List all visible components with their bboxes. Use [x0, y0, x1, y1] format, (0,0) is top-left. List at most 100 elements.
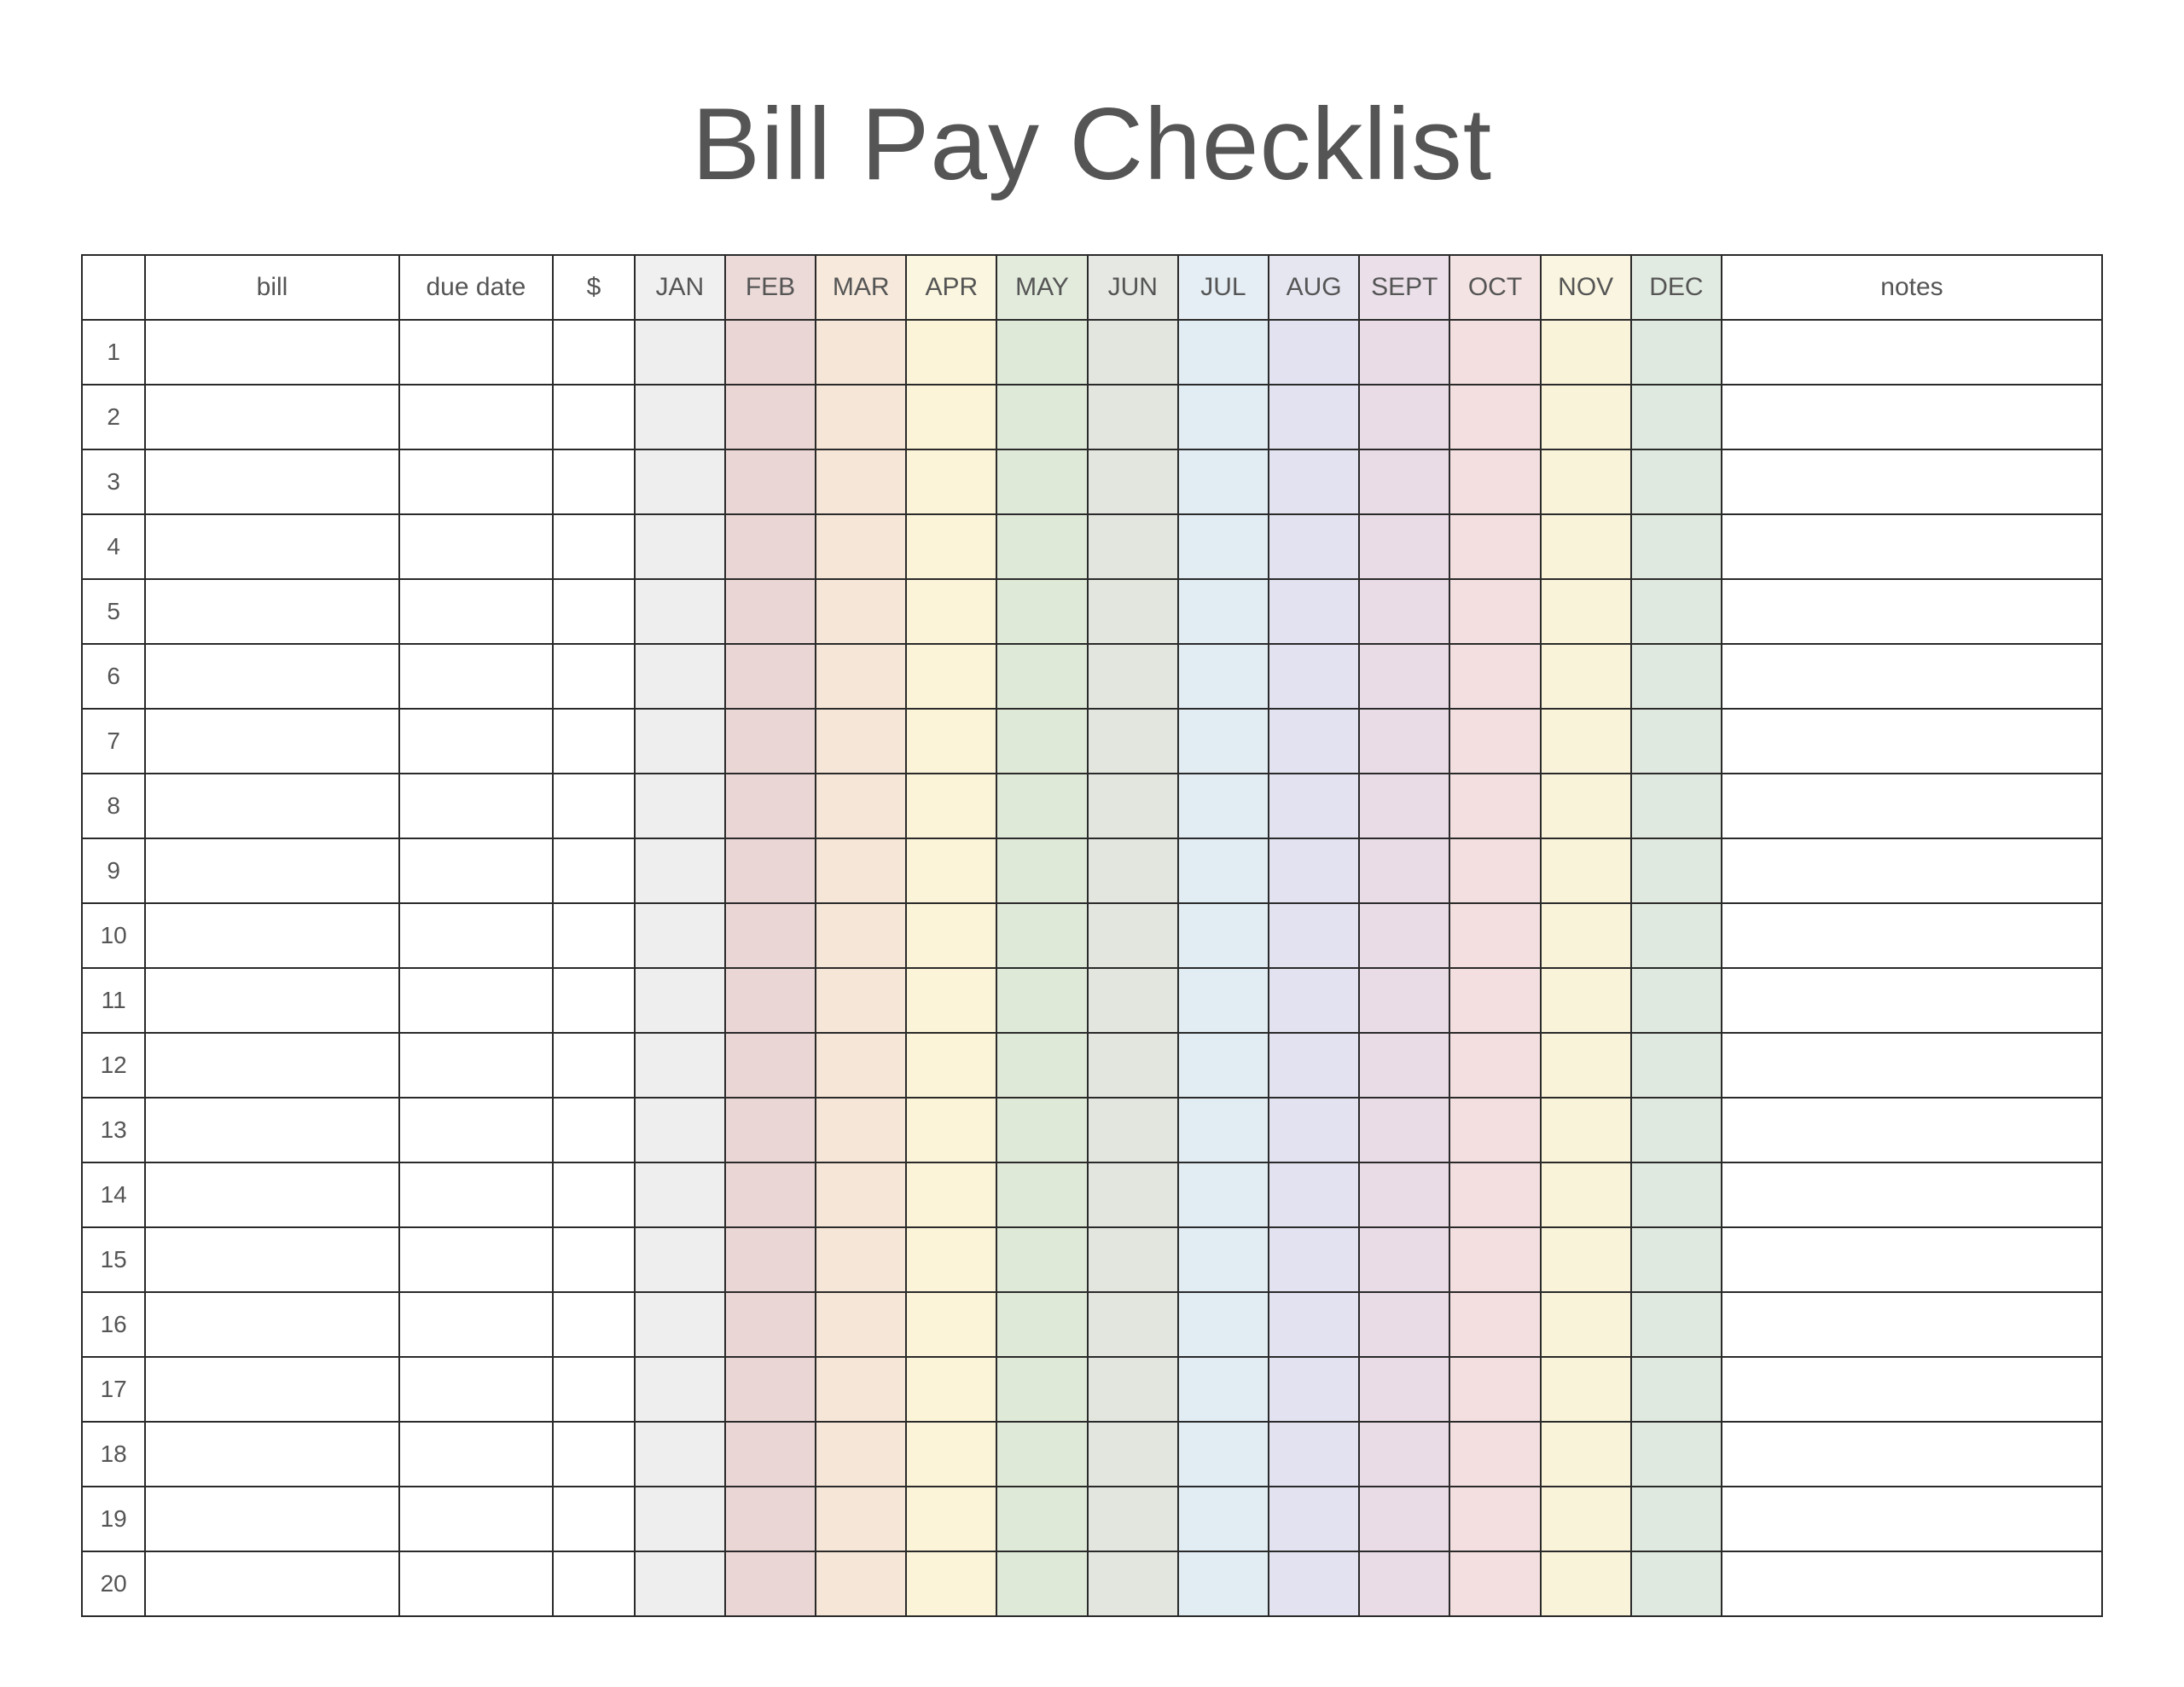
cell-notes[interactable]	[1722, 709, 2102, 774]
cell-month[interactable]	[725, 449, 816, 514]
cell-month[interactable]	[1269, 838, 1359, 903]
cell-month[interactable]	[1449, 968, 1540, 1033]
cell-notes[interactable]	[1722, 774, 2102, 838]
cell-amount[interactable]	[553, 709, 635, 774]
cell-month[interactable]	[1541, 514, 1631, 579]
cell-month[interactable]	[1631, 1357, 1722, 1422]
cell-month[interactable]	[816, 644, 906, 709]
cell-month[interactable]	[1359, 1292, 1449, 1357]
cell-month[interactable]	[1088, 1487, 1178, 1551]
cell-month[interactable]	[906, 1357, 996, 1422]
cell-month[interactable]	[1541, 1422, 1631, 1487]
cell-month[interactable]	[1269, 514, 1359, 579]
cell-month[interactable]	[1178, 774, 1269, 838]
cell-month[interactable]	[1449, 514, 1540, 579]
cell-month[interactable]	[1088, 1551, 1178, 1616]
cell-month[interactable]	[635, 385, 725, 449]
cell-month[interactable]	[1178, 1551, 1269, 1616]
cell-month[interactable]	[1359, 579, 1449, 644]
cell-month[interactable]	[906, 579, 996, 644]
cell-month[interactable]	[1088, 1162, 1178, 1227]
cell-month[interactable]	[725, 903, 816, 968]
cell-month[interactable]	[1541, 1357, 1631, 1422]
cell-month[interactable]	[1631, 1227, 1722, 1292]
cell-month[interactable]	[1269, 449, 1359, 514]
cell-notes[interactable]	[1722, 1227, 2102, 1292]
cell-month[interactable]	[1631, 968, 1722, 1033]
cell-bill[interactable]	[145, 1162, 398, 1227]
cell-month[interactable]	[816, 774, 906, 838]
cell-month[interactable]	[906, 449, 996, 514]
cell-month[interactable]	[1269, 579, 1359, 644]
cell-month[interactable]	[1088, 1422, 1178, 1487]
cell-bill[interactable]	[145, 774, 398, 838]
cell-month[interactable]	[1359, 644, 1449, 709]
cell-month[interactable]	[996, 1292, 1087, 1357]
cell-month[interactable]	[1449, 579, 1540, 644]
cell-month[interactable]	[1269, 709, 1359, 774]
cell-month[interactable]	[816, 449, 906, 514]
cell-month[interactable]	[1359, 1098, 1449, 1162]
cell-month[interactable]	[996, 709, 1087, 774]
cell-month[interactable]	[816, 903, 906, 968]
cell-month[interactable]	[816, 1033, 906, 1098]
cell-month[interactable]	[1449, 385, 1540, 449]
cell-notes[interactable]	[1722, 1551, 2102, 1616]
cell-bill[interactable]	[145, 579, 398, 644]
cell-month[interactable]	[816, 1551, 906, 1616]
cell-amount[interactable]	[553, 1551, 635, 1616]
cell-month[interactable]	[906, 1422, 996, 1487]
cell-month[interactable]	[1088, 1357, 1178, 1422]
cell-due-date[interactable]	[399, 1033, 554, 1098]
cell-month[interactable]	[816, 514, 906, 579]
cell-month[interactable]	[1631, 1033, 1722, 1098]
cell-month[interactable]	[635, 1422, 725, 1487]
cell-month[interactable]	[1178, 449, 1269, 514]
cell-month[interactable]	[1631, 1292, 1722, 1357]
cell-month[interactable]	[816, 1487, 906, 1551]
cell-notes[interactable]	[1722, 1292, 2102, 1357]
cell-month[interactable]	[1631, 385, 1722, 449]
cell-month[interactable]	[1359, 1422, 1449, 1487]
cell-month[interactable]	[1631, 320, 1722, 385]
cell-month[interactable]	[1631, 514, 1722, 579]
cell-month[interactable]	[725, 1487, 816, 1551]
cell-month[interactable]	[1631, 579, 1722, 644]
cell-month[interactable]	[1178, 579, 1269, 644]
cell-bill[interactable]	[145, 968, 398, 1033]
cell-month[interactable]	[816, 1292, 906, 1357]
cell-month[interactable]	[635, 644, 725, 709]
cell-amount[interactable]	[553, 385, 635, 449]
cell-month[interactable]	[1359, 1487, 1449, 1551]
cell-month[interactable]	[1631, 1162, 1722, 1227]
cell-month[interactable]	[1088, 514, 1178, 579]
cell-bill[interactable]	[145, 1033, 398, 1098]
cell-due-date[interactable]	[399, 320, 554, 385]
cell-month[interactable]	[725, 1422, 816, 1487]
cell-month[interactable]	[1178, 514, 1269, 579]
cell-month[interactable]	[1449, 449, 1540, 514]
cell-notes[interactable]	[1722, 838, 2102, 903]
cell-month[interactable]	[725, 774, 816, 838]
cell-month[interactable]	[1359, 449, 1449, 514]
cell-month[interactable]	[906, 644, 996, 709]
cell-month[interactable]	[1449, 1357, 1540, 1422]
cell-month[interactable]	[1088, 1033, 1178, 1098]
cell-month[interactable]	[1178, 644, 1269, 709]
cell-month[interactable]	[1449, 320, 1540, 385]
cell-month[interactable]	[1178, 1227, 1269, 1292]
cell-month[interactable]	[635, 1487, 725, 1551]
cell-month[interactable]	[1269, 1422, 1359, 1487]
cell-month[interactable]	[725, 514, 816, 579]
cell-month[interactable]	[1449, 903, 1540, 968]
cell-month[interactable]	[1088, 1227, 1178, 1292]
cell-amount[interactable]	[553, 449, 635, 514]
cell-month[interactable]	[1541, 385, 1631, 449]
cell-month[interactable]	[1541, 838, 1631, 903]
cell-month[interactable]	[1088, 968, 1178, 1033]
cell-month[interactable]	[996, 514, 1087, 579]
cell-month[interactable]	[1359, 385, 1449, 449]
cell-month[interactable]	[1269, 644, 1359, 709]
cell-amount[interactable]	[553, 1098, 635, 1162]
cell-bill[interactable]	[145, 838, 398, 903]
